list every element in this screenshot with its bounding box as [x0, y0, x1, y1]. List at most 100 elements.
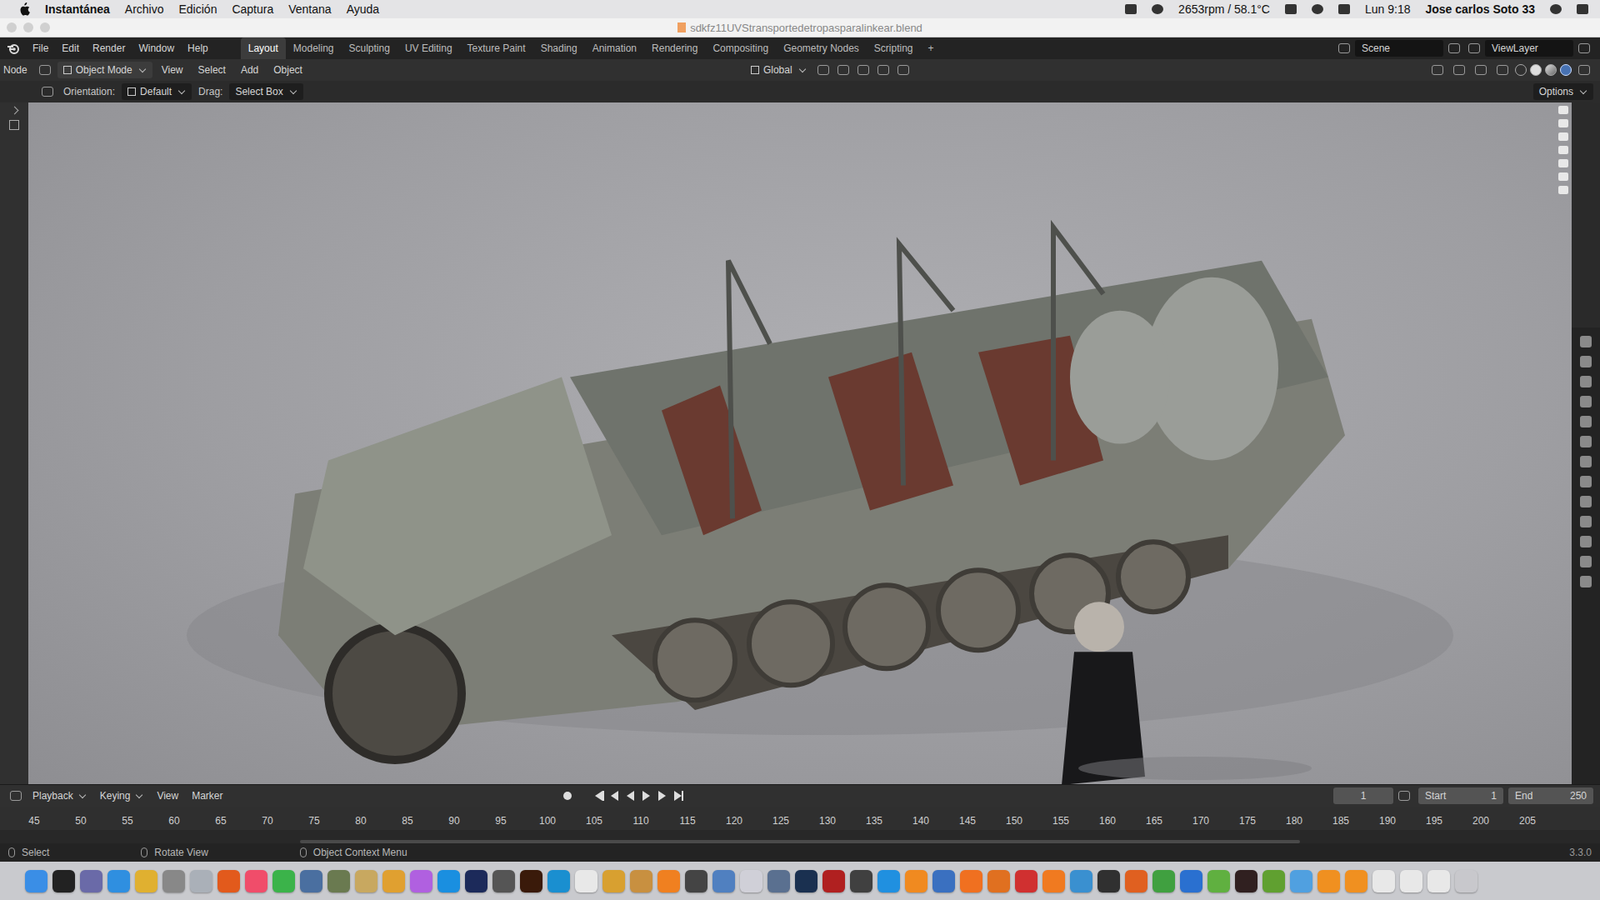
apple-icon[interactable] — [18, 2, 30, 16]
control-center-icon[interactable] — [1576, 4, 1589, 15]
header-menu-item[interactable]: Select — [192, 61, 232, 79]
pivot-icon[interactable] — [817, 65, 830, 75]
dock-app-icon[interactable] — [1290, 870, 1313, 893]
bluetooth-icon[interactable] — [1285, 4, 1297, 15]
dock-app-icon[interactable] — [1345, 870, 1368, 893]
dock-app-icon[interactable] — [1455, 870, 1478, 893]
dock-app-icon[interactable] — [1070, 870, 1093, 893]
timeline-ruler[interactable]: 4550556065707580859095100105110115120125… — [0, 806, 1600, 844]
properties-tab-icon[interactable] — [1580, 475, 1592, 488]
clock-icon[interactable] — [1398, 790, 1410, 801]
dock-app-icon[interactable] — [107, 870, 130, 893]
snap-target-icon[interactable] — [857, 65, 870, 75]
wifi-icon[interactable] — [1311, 4, 1324, 15]
dock-app-icon[interactable] — [492, 870, 515, 893]
camera-icon[interactable] — [1558, 132, 1569, 141]
orientation-dropdown[interactable]: Global — [745, 61, 813, 79]
dock-app-icon[interactable] — [657, 870, 680, 893]
falloff-icon[interactable] — [897, 65, 910, 75]
top-menu-item[interactable]: Help — [181, 40, 215, 57]
dock-app-icon[interactable] — [162, 870, 185, 893]
dock-app-icon[interactable] — [190, 870, 213, 893]
dock-app-icon[interactable] — [575, 870, 598, 893]
editor-type-icon[interactable] — [10, 790, 22, 801]
properties-tab-icon[interactable] — [1580, 455, 1592, 468]
mac-menu-item[interactable]: Archivo — [125, 2, 165, 16]
dock-app-icon[interactable] — [300, 870, 323, 893]
drag-dropdown[interactable]: Select Box — [229, 83, 303, 100]
mac-menu-item[interactable]: Ventana — [288, 2, 331, 16]
top-menu-item[interactable]: File — [26, 40, 55, 57]
editor-type-icon[interactable] — [39, 65, 51, 75]
workspace-tab[interactable]: Sculpting — [341, 37, 398, 60]
dock-app-icon[interactable] — [217, 870, 240, 893]
dock-app-icon[interactable] — [327, 870, 350, 893]
expand-icon[interactable] — [10, 106, 19, 115]
end-frame-field[interactable]: End250 — [1508, 787, 1594, 805]
dock-app-icon[interactable] — [932, 870, 955, 893]
record-icon[interactable] — [563, 791, 572, 800]
header-menu-item[interactable]: View — [155, 61, 190, 79]
dock-app-icon[interactable] — [1152, 870, 1175, 893]
dock-app-icon[interactable] — [437, 870, 460, 893]
header-menu-item[interactable]: Object — [267, 61, 309, 79]
camera-icon[interactable] — [1558, 105, 1569, 115]
dock-app-icon[interactable] — [960, 870, 983, 893]
dock-app-icon[interactable] — [987, 870, 1010, 893]
zoom-button[interactable] — [40, 22, 50, 33]
dock-app-icon[interactable] — [795, 870, 818, 893]
dock-app-icon[interactable] — [25, 870, 48, 893]
dock-app-icon[interactable] — [685, 870, 708, 893]
dock-app-icon[interactable] — [1180, 870, 1203, 893]
pause-icon[interactable] — [1578, 65, 1590, 75]
workspace-tab[interactable]: UV Editing — [397, 37, 460, 60]
dock-app-icon[interactable] — [1372, 870, 1395, 893]
dock-app-icon[interactable] — [355, 870, 378, 893]
dock-app-icon[interactable] — [1207, 870, 1230, 893]
properties-tab-icon[interactable] — [1580, 415, 1592, 428]
properties-tab-icon[interactable] — [1580, 395, 1592, 408]
dock-app-icon[interactable] — [822, 870, 845, 893]
mode-dropdown[interactable]: Object Mode — [57, 61, 153, 79]
timeline-menu-item[interactable]: Playback — [26, 787, 93, 805]
properties-tab-icon[interactable] — [1580, 375, 1592, 388]
workspace-tab[interactable]: Modeling — [285, 37, 342, 60]
properties-tab-icon[interactable] — [1580, 355, 1592, 368]
snap-icon[interactable] — [837, 65, 850, 75]
current-frame-field[interactable]: 1 — [1333, 787, 1394, 805]
rendered-shading-icon[interactable] — [1560, 64, 1572, 76]
timeline-menu-item[interactable]: View — [150, 787, 185, 805]
timeline-menu-item[interactable]: Marker — [185, 787, 229, 805]
jump-end-icon[interactable] — [674, 790, 682, 801]
wireframe-shading-icon[interactable] — [1515, 64, 1527, 76]
play-reverse-icon[interactable] — [626, 790, 635, 801]
properties-tab-icon[interactable] — [1580, 495, 1592, 508]
dock-app-icon[interactable] — [712, 870, 735, 893]
solid-shading-icon[interactable] — [1530, 64, 1542, 76]
volume-icon[interactable] — [1338, 4, 1350, 15]
dock-app-icon[interactable] — [740, 870, 763, 893]
jump-start-icon[interactable] — [595, 790, 603, 801]
properties-tab-icon[interactable] — [1580, 515, 1592, 528]
dock-app-icon[interactable] — [767, 870, 790, 893]
camera-icon[interactable] — [1558, 159, 1569, 168]
properties-tab-icon[interactable] — [1580, 535, 1592, 548]
top-menu-item[interactable]: Edit — [55, 40, 85, 57]
dock-app-icon[interactable] — [850, 870, 873, 893]
dock-app-icon[interactable] — [547, 870, 570, 893]
dock-app-icon[interactable] — [1015, 870, 1038, 893]
scene-icon[interactable] — [1338, 43, 1350, 54]
play-icon[interactable] — [642, 790, 650, 801]
properties-tab-icon[interactable] — [1580, 335, 1592, 348]
dock-app-icon[interactable] — [1042, 870, 1065, 893]
camera-icon[interactable] — [1558, 119, 1569, 128]
dock-app-icon[interactable] — [602, 870, 625, 893]
app-name[interactable]: Instantánea — [45, 2, 110, 16]
dock-app-icon[interactable] — [52, 870, 75, 893]
properties-tab-icon[interactable] — [1580, 435, 1592, 448]
prev-keyframe-icon[interactable] — [610, 790, 619, 801]
new-scene-icon[interactable] — [1448, 43, 1460, 54]
dock-app-icon[interactable] — [520, 870, 543, 893]
dock-app-icon[interactable] — [410, 870, 433, 893]
clock[interactable]: Lun 9:18 — [1365, 2, 1411, 16]
